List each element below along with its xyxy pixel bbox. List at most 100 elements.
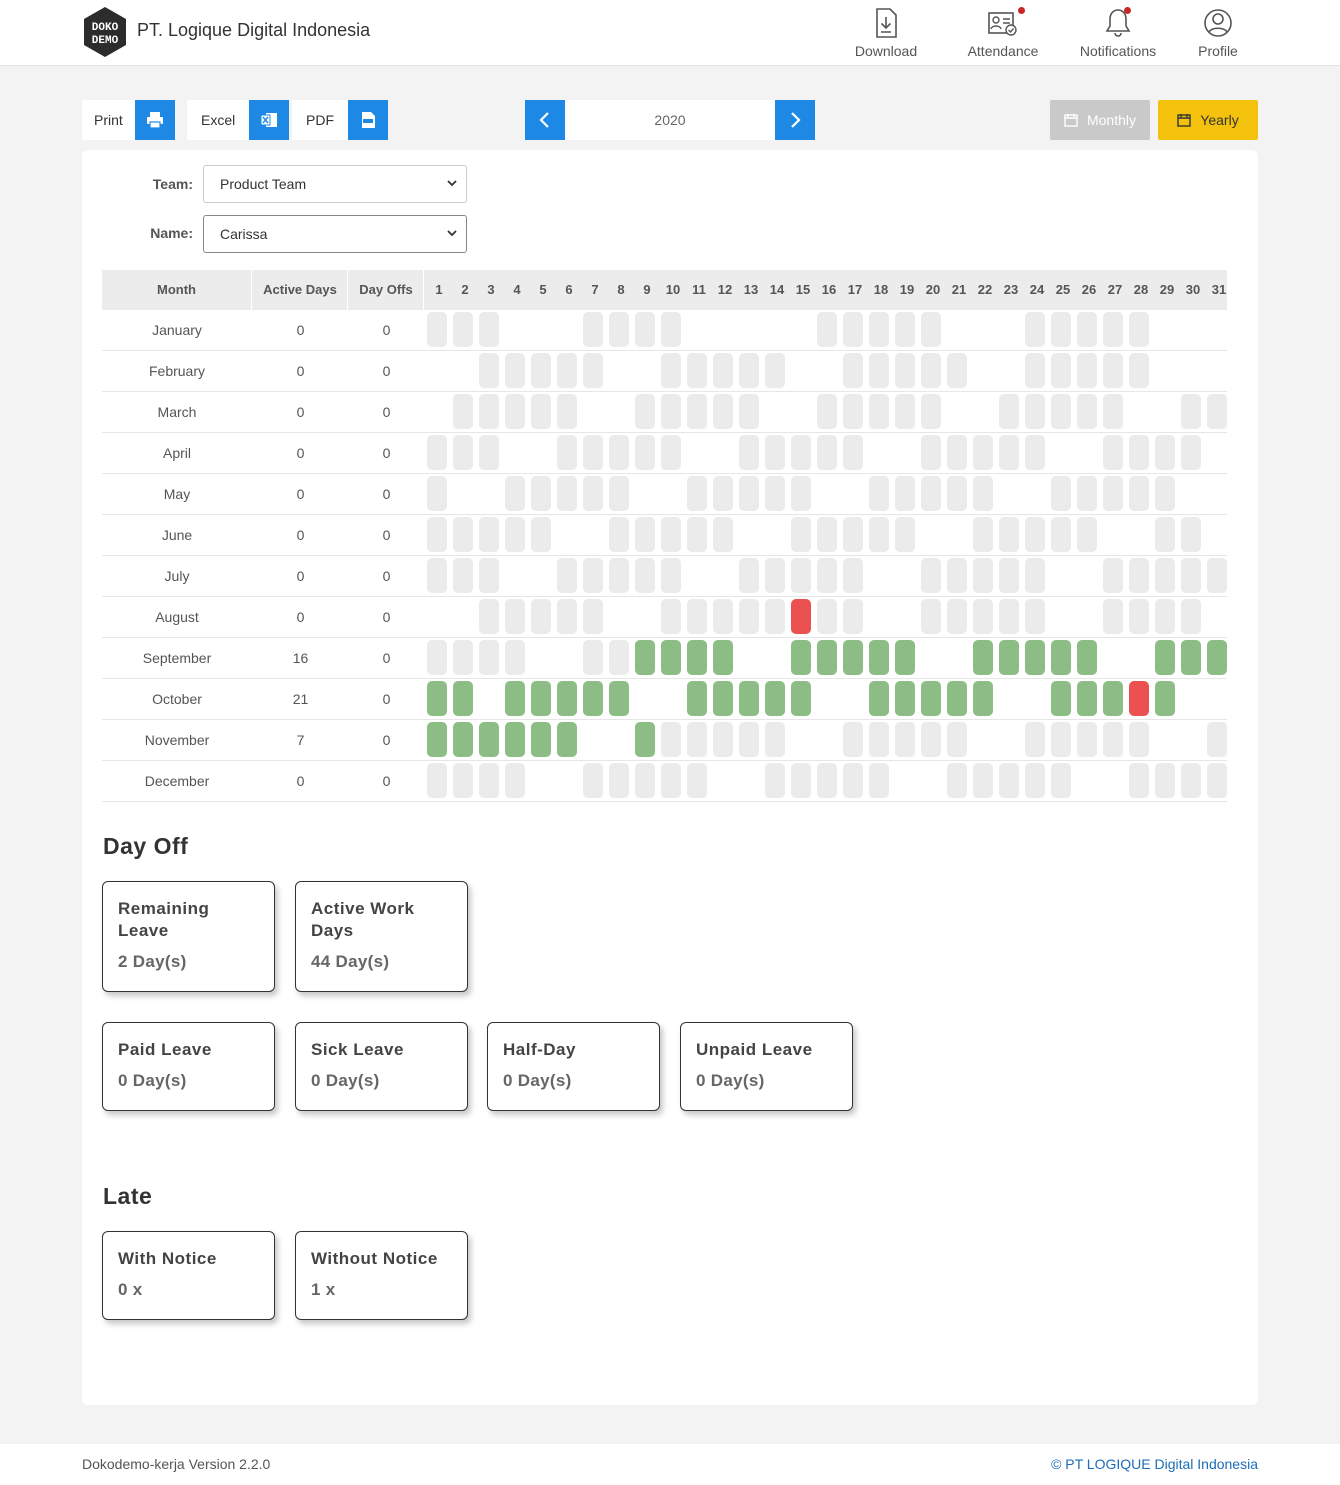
day-cell-empty[interactable] — [479, 394, 499, 429]
copyright-link[interactable]: © PT LOGIQUE Digital Indonesia — [1051, 1456, 1258, 1472]
day-cell-empty[interactable] — [453, 763, 473, 798]
day-cell-empty[interactable] — [557, 476, 577, 511]
day-cell-empty[interactable] — [1155, 599, 1175, 634]
day-cell-empty[interactable] — [1207, 722, 1227, 757]
day-cell-empty[interactable] — [635, 394, 655, 429]
day-cell-empty[interactable] — [843, 312, 863, 347]
day-cell-empty[interactable] — [1103, 599, 1123, 634]
day-cell-empty[interactable] — [973, 763, 993, 798]
day-cell-empty[interactable] — [1181, 394, 1201, 429]
day-cell-present[interactable] — [479, 722, 499, 757]
day-cell-empty[interactable] — [1025, 312, 1045, 347]
day-cell-present[interactable] — [505, 722, 525, 757]
day-cell-present[interactable] — [635, 722, 655, 757]
day-cell-empty[interactable] — [895, 312, 915, 347]
day-cell-empty[interactable] — [895, 722, 915, 757]
day-cell-empty[interactable] — [479, 558, 499, 593]
day-cell-empty[interactable] — [999, 558, 1019, 593]
day-cell-empty[interactable] — [531, 353, 551, 388]
day-cell-empty[interactable] — [427, 558, 447, 593]
day-cell-empty[interactable] — [479, 517, 499, 552]
day-cell-empty[interactable] — [1103, 558, 1123, 593]
logo[interactable]: DOKO DEMO — [82, 6, 128, 58]
day-cell-present[interactable] — [973, 640, 993, 675]
day-cell-empty[interactable] — [765, 599, 785, 634]
day-cell-empty[interactable] — [973, 435, 993, 470]
day-cell-empty[interactable] — [869, 763, 889, 798]
day-cell-empty[interactable] — [765, 763, 785, 798]
day-cell-empty[interactable] — [739, 722, 759, 757]
day-cell-empty[interactable] — [999, 763, 1019, 798]
day-cell-empty[interactable] — [661, 312, 681, 347]
day-cell-empty[interactable] — [687, 722, 707, 757]
day-cell-empty[interactable] — [817, 435, 837, 470]
day-cell-empty[interactable] — [921, 353, 941, 388]
day-cell-empty[interactable] — [1155, 517, 1175, 552]
day-cell-empty[interactable] — [427, 312, 447, 347]
day-cell-empty[interactable] — [1129, 599, 1149, 634]
day-cell-empty[interactable] — [921, 312, 941, 347]
day-cell-present[interactable] — [1155, 640, 1175, 675]
day-cell-empty[interactable] — [765, 353, 785, 388]
day-cell-empty[interactable] — [1129, 435, 1149, 470]
day-cell-empty[interactable] — [609, 763, 629, 798]
day-cell-empty[interactable] — [1025, 763, 1045, 798]
day-cell-empty[interactable] — [1077, 722, 1097, 757]
day-cell-empty[interactable] — [1025, 353, 1045, 388]
day-cell-empty[interactable] — [791, 435, 811, 470]
day-cell-empty[interactable] — [1051, 763, 1071, 798]
day-cell-empty[interactable] — [739, 353, 759, 388]
day-cell-empty[interactable] — [1051, 312, 1071, 347]
day-cell-empty[interactable] — [999, 394, 1019, 429]
day-cell-empty[interactable] — [1051, 722, 1071, 757]
day-cell-empty[interactable] — [1077, 353, 1097, 388]
day-cell-present[interactable] — [687, 640, 707, 675]
nav-attendance[interactable]: Attendance — [953, 6, 1053, 59]
day-cell-empty[interactable] — [531, 517, 551, 552]
day-cell-empty[interactable] — [921, 435, 941, 470]
day-cell-empty[interactable] — [791, 558, 811, 593]
day-cell-empty[interactable] — [1103, 435, 1123, 470]
day-cell-empty[interactable] — [895, 353, 915, 388]
day-cell-empty[interactable] — [687, 476, 707, 511]
day-cell-empty[interactable] — [817, 763, 837, 798]
day-cell-empty[interactable] — [999, 599, 1019, 634]
day-cell-empty[interactable] — [739, 599, 759, 634]
day-cell-empty[interactable] — [687, 763, 707, 798]
day-cell-empty[interactable] — [921, 599, 941, 634]
day-cell-empty[interactable] — [635, 517, 655, 552]
day-cell-empty[interactable] — [687, 517, 707, 552]
day-cell-empty[interactable] — [661, 599, 681, 634]
day-cell-empty[interactable] — [1207, 763, 1227, 798]
day-cell-empty[interactable] — [1077, 312, 1097, 347]
day-cell-empty[interactable] — [453, 394, 473, 429]
day-cell-present[interactable] — [661, 640, 681, 675]
day-cell-empty[interactable] — [791, 763, 811, 798]
day-cell-present[interactable] — [687, 681, 707, 716]
day-cell-present[interactable] — [531, 722, 551, 757]
day-cell-present[interactable] — [505, 681, 525, 716]
day-cell-present[interactable] — [1077, 681, 1097, 716]
nav-profile[interactable]: Profile — [1168, 6, 1268, 59]
day-cell-empty[interactable] — [765, 435, 785, 470]
day-cell-present[interactable] — [1181, 640, 1201, 675]
pdf-button[interactable]: PDF — [292, 100, 388, 140]
day-cell-empty[interactable] — [817, 599, 837, 634]
day-cell-late[interactable] — [791, 599, 811, 634]
day-cell-empty[interactable] — [947, 763, 967, 798]
day-cell-empty[interactable] — [713, 517, 733, 552]
day-cell-empty[interactable] — [661, 763, 681, 798]
day-cell-empty[interactable] — [1051, 517, 1071, 552]
day-cell-empty[interactable] — [1155, 558, 1175, 593]
nav-download[interactable]: Download — [836, 6, 936, 59]
day-cell-empty[interactable] — [583, 312, 603, 347]
day-cell-empty[interactable] — [453, 640, 473, 675]
day-cell-empty[interactable] — [1051, 353, 1071, 388]
day-cell-empty[interactable] — [635, 558, 655, 593]
day-cell-empty[interactable] — [791, 517, 811, 552]
day-cell-empty[interactable] — [713, 599, 733, 634]
day-cell-empty[interactable] — [479, 599, 499, 634]
day-cell-present[interactable] — [713, 681, 733, 716]
day-cell-empty[interactable] — [869, 722, 889, 757]
day-cell-empty[interactable] — [869, 353, 889, 388]
